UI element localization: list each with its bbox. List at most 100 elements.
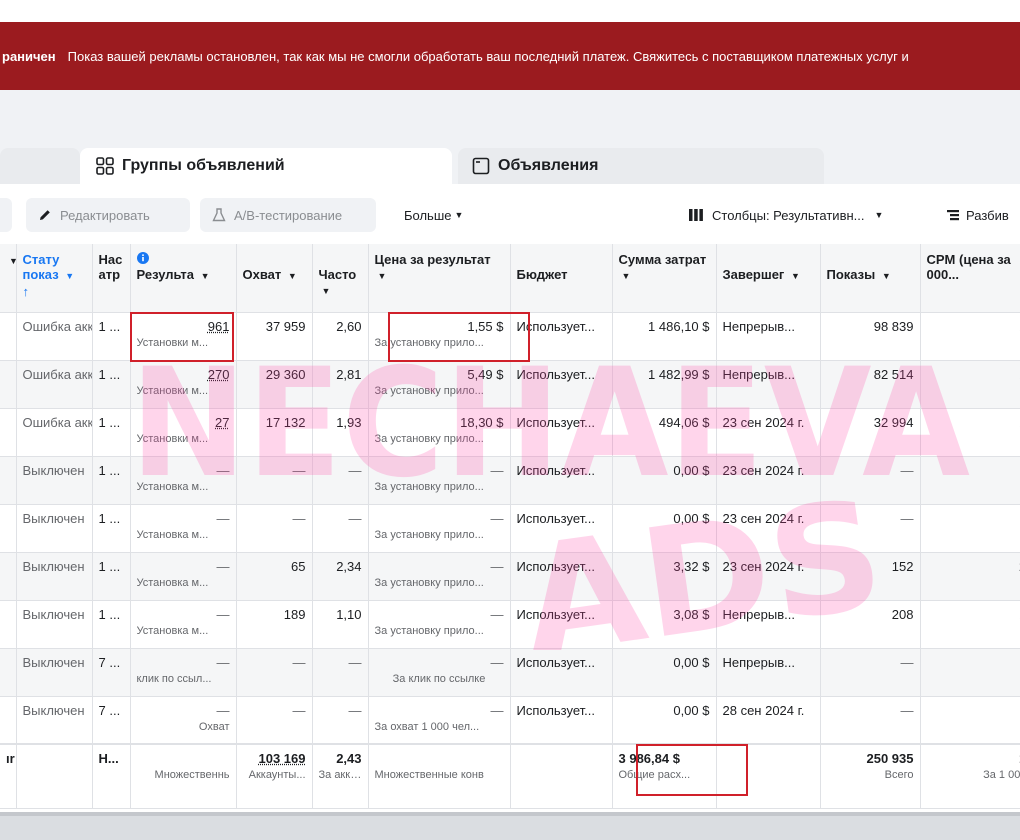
row-select-cell[interactable] <box>0 360 16 408</box>
table-row[interactable]: Ошибка аккаунта1 ... 27 Установки м... 17 1… <box>0 408 1020 456</box>
results-cell[interactable]: — Охват <box>130 696 236 744</box>
budget-cell: Использует... <box>510 360 612 408</box>
tab-ad-groups[interactable]: Группы объявлений <box>80 148 452 184</box>
frequency-cell: — <box>312 648 368 696</box>
results-value: — <box>217 607 230 622</box>
row-select-cell[interactable] <box>0 600 16 648</box>
header-cost-per-result[interactable]: Цена за результат ▼ <box>368 244 510 312</box>
cpm-cell <box>920 504 1020 552</box>
results-value: — <box>217 655 230 670</box>
row-select-cell[interactable] <box>0 504 16 552</box>
header-impressions[interactable]: Показы ▼ <box>820 244 920 312</box>
header-reach[interactable]: Охват ▼ <box>236 244 312 312</box>
cost-sub: За установку прило... <box>375 529 504 541</box>
ends-cell: 23 сен 2024 г. <box>716 408 820 456</box>
budget-cell: Использует... <box>510 408 612 456</box>
header-settings[interactable]: Нас атр <box>92 244 130 312</box>
results-cell[interactable]: — Установка м... <box>130 600 236 648</box>
level-tabs: Группы объявлений Объявления <box>0 134 1020 184</box>
total-cpm-cell: 15За 1 000 г <box>920 744 1020 808</box>
ends-cell: Непрерыв... <box>716 360 820 408</box>
impressions-cell: 98 839 <box>820 312 920 360</box>
budget-cell: Использует... <box>510 504 612 552</box>
total-results-cell: Множественнь <box>130 744 236 808</box>
header-cpm[interactable]: CPM (цена за 000... <box>920 244 1020 312</box>
row-select-cell[interactable] <box>0 408 16 456</box>
breakdown-button[interactable]: Разбив <box>934 198 1020 232</box>
table-row[interactable]: Ошибка аккаунта1 ... 270 Установки м... 29 … <box>0 360 1020 408</box>
amount-spent-cell: 1 482,99 $ <box>612 360 716 408</box>
edit-button[interactable]: Редактировать <box>26 198 190 232</box>
row-select-cell[interactable] <box>0 312 16 360</box>
settings-cell: 1 ... <box>92 504 130 552</box>
total-budget-cell <box>510 744 612 808</box>
header-ends[interactable]: Завершег ▼ <box>716 244 820 312</box>
columns-button[interactable]: Столбцы: Результативн... ▼ <box>676 198 924 232</box>
settings-cell: 1 ... <box>92 360 130 408</box>
cost-value: — <box>491 655 504 670</box>
results-value: — <box>217 559 230 574</box>
table-row[interactable]: Выключен 1 ... — Установка м... 189 1,10 — За у… <box>0 600 1020 648</box>
table-header-row: ▼ Стату показ ▼ ↑ Нас атр Результа ▼ Охва… <box>0 244 1020 312</box>
header-cut[interactable]: ▼ <box>0 244 16 312</box>
impressions-cell: 208 <box>820 600 920 648</box>
ad-groups-table: ▼ Стату показ ▼ ↑ Нас атр Результа ▼ Охва… <box>0 244 1020 809</box>
tab-campaigns[interactable] <box>0 148 80 184</box>
breakdown-icon <box>946 208 960 222</box>
budget-cell: Использует... <box>510 456 612 504</box>
pencil-icon <box>38 208 52 222</box>
row-select-cell[interactable] <box>0 696 16 744</box>
header-results[interactable]: Результа ▼ <box>130 244 236 312</box>
frequency-cell: 2,60 <box>312 312 368 360</box>
results-cell[interactable]: 27 Установки м... <box>130 408 236 456</box>
ends-cell: Непрерыв... <box>716 600 820 648</box>
scrollbar-thumb[interactable] <box>0 812 1020 816</box>
table-row[interactable]: Выключен 7 ... — Охват — — — За охват 1 000 чел… <box>0 696 1020 744</box>
cpm-cell <box>920 648 1020 696</box>
cost-per-result-cell: — За охват 1 000 чел... <box>368 696 510 744</box>
total-spent-cell: 3 986,84 $ Общие расх... <box>612 744 716 808</box>
table-row[interactable]: Выключен 1 ... — Установка м... — — — За устано… <box>0 456 1020 504</box>
total-status-cell <box>16 744 92 808</box>
impressions-cell: — <box>820 456 920 504</box>
results-value: — <box>217 463 230 478</box>
row-select-cell[interactable] <box>0 456 16 504</box>
cost-per-result-cell: 1,55 $ За установку прило... <box>368 312 510 360</box>
header-frequency[interactable]: Часто ▼ <box>312 244 368 312</box>
header-amount-spent[interactable]: Сумма затрат ▼ <box>612 244 716 312</box>
table-row[interactable]: Ошибка аккаунта1 ... 961 Установки м... 37 … <box>0 312 1020 360</box>
results-cell[interactable]: — Установка м... <box>130 456 236 504</box>
total-reach-sub: Аккаунты... <box>243 769 306 781</box>
results-sub: Установки м... <box>137 337 230 349</box>
header-budget[interactable]: Бюджет <box>510 244 612 312</box>
ab-test-button[interactable]: A/B-тестирование <box>200 198 376 232</box>
ends-cell: 23 сен 2024 г. <box>716 504 820 552</box>
results-cell[interactable]: 961 Установки м... <box>130 312 236 360</box>
reach-cell: 17 132 <box>236 408 312 456</box>
results-cell[interactable]: 270 Установки м... <box>130 360 236 408</box>
row-select-cell[interactable] <box>0 552 16 600</box>
table-row[interactable]: Выключен 1 ... — Установка м... — — — За устано… <box>0 504 1020 552</box>
table-row[interactable]: Выключен 1 ... — Установка м... 65 2,34 — За ус… <box>0 552 1020 600</box>
reach-cell: 37 959 <box>236 312 312 360</box>
horizontal-scrollbar[interactable] <box>0 812 1020 840</box>
header-status[interactable]: Стату показ ▼ ↑ <box>16 244 92 312</box>
cost-sub: За установку прило... <box>375 385 504 397</box>
total-settings-cell: Н... <box>92 744 130 808</box>
tab-ads[interactable]: Объявления <box>458 148 824 184</box>
amount-spent-cell: 0,00 $ <box>612 504 716 552</box>
results-cell[interactable]: — Установка м... <box>130 552 236 600</box>
reach-cell: — <box>236 696 312 744</box>
results-cell[interactable]: — клик по ссыл... <box>130 648 236 696</box>
total-impressions-value: 250 935 <box>867 751 914 766</box>
toolbar-cut-button[interactable] <box>0 198 12 232</box>
settings-cell: 1 ... <box>92 552 130 600</box>
row-select-cell[interactable] <box>0 648 16 696</box>
reach-cell: 189 <box>236 600 312 648</box>
status-cell: Выключен <box>16 504 92 552</box>
results-sub: Установка м... <box>137 577 230 589</box>
cost-per-result-cell: 18,30 $ За установку прило... <box>368 408 510 456</box>
more-button[interactable]: Больше ▼ <box>392 198 492 232</box>
results-cell[interactable]: — Установка м... <box>130 504 236 552</box>
table-row[interactable]: Выключен 7 ... — клик по ссыл... — — — За клик … <box>0 648 1020 696</box>
